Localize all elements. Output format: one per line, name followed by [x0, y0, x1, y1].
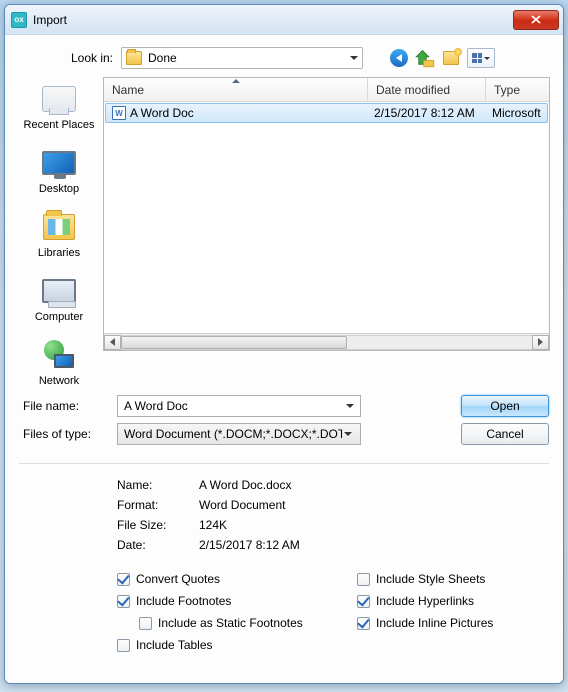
up-button[interactable] — [415, 48, 435, 68]
window-title: Import — [33, 13, 513, 27]
recent-places-icon — [42, 86, 76, 112]
libraries-icon — [43, 214, 75, 240]
new-folder-icon — [443, 51, 459, 65]
checkbox-unchecked-icon — [139, 617, 152, 630]
chevron-down-icon — [342, 427, 354, 441]
include-static-footnotes-checkbox[interactable]: Include as Static Footnotes — [139, 616, 357, 630]
column-name[interactable]: Name — [104, 78, 368, 101]
computer-icon — [42, 279, 76, 303]
place-network[interactable]: Network — [19, 339, 99, 387]
place-computer[interactable]: Computer — [19, 275, 99, 323]
place-libraries[interactable]: Libraries — [19, 211, 99, 259]
back-button[interactable] — [389, 48, 409, 68]
filetype-label: Files of type: — [19, 427, 117, 441]
divider — [19, 463, 549, 464]
import-dialog: ox Import Look in: Done — [4, 4, 564, 684]
column-date[interactable]: Date modified — [368, 78, 486, 101]
triangle-right-icon — [538, 338, 543, 346]
place-label: Computer — [35, 311, 83, 323]
file-metadata: Name: A Word Doc.docx Format: Word Docum… — [19, 478, 549, 552]
filename-value: A Word Doc — [124, 399, 188, 413]
place-label: Libraries — [38, 247, 80, 259]
filetype-combo[interactable]: Word Document (*.DOCM;*.DOCX;*.DOTM;*.D — [117, 423, 361, 445]
file-type: Microsoft — [486, 106, 547, 120]
filetype-value: Word Document (*.DOCM;*.DOCX;*.DOTM;*.D — [124, 427, 342, 441]
view-menu[interactable] — [467, 48, 495, 68]
horizontal-scrollbar[interactable] — [104, 333, 549, 350]
scroll-thumb[interactable] — [121, 336, 347, 349]
sort-asc-icon — [232, 79, 240, 83]
scroll-left-button[interactable] — [104, 335, 121, 350]
places-bar: Recent Places Desktop Libraries Computer… — [19, 77, 99, 387]
file-list: Name Date modified Type W A Word Doc 2/1… — [103, 77, 550, 351]
file-date: 2/15/2017 8:12 AM — [368, 106, 486, 120]
word-doc-icon: W — [112, 106, 126, 120]
scroll-track[interactable] — [121, 335, 532, 350]
cancel-button[interactable]: Cancel — [461, 423, 549, 445]
checkbox-unchecked-icon — [117, 639, 130, 652]
meta-size-label: File Size: — [117, 518, 199, 532]
desktop-icon — [42, 151, 76, 175]
back-icon — [390, 49, 408, 67]
file-row[interactable]: W A Word Doc 2/15/2017 8:12 AM Microsoft — [105, 103, 548, 123]
network-icon — [44, 340, 74, 370]
chevron-down-icon — [484, 57, 490, 60]
column-type[interactable]: Type — [486, 78, 549, 101]
meta-date-value: 2/15/2017 8:12 AM — [199, 538, 549, 552]
place-label: Network — [39, 375, 79, 387]
meta-name-value: A Word Doc.docx — [199, 478, 549, 492]
open-button[interactable]: Open — [461, 395, 549, 417]
checkbox-checked-icon — [117, 573, 130, 586]
include-inline-pictures-checkbox[interactable]: Include Inline Pictures — [357, 616, 493, 630]
meta-date-label: Date: — [117, 538, 199, 552]
import-options: Convert Quotes Include Footnotes Include… — [19, 572, 549, 652]
triangle-left-icon — [110, 338, 115, 346]
checkbox-checked-icon — [357, 617, 370, 630]
column-headers: Name Date modified Type — [104, 78, 549, 102]
checkbox-unchecked-icon — [357, 573, 370, 586]
app-icon: ox — [11, 12, 27, 28]
include-tables-checkbox[interactable]: Include Tables — [117, 638, 357, 652]
chevron-down-icon — [346, 404, 354, 408]
titlebar: ox Import — [5, 5, 563, 35]
lookin-combo[interactable]: Done — [121, 47, 363, 69]
place-desktop[interactable]: Desktop — [19, 147, 99, 195]
include-style-sheets-checkbox[interactable]: Include Style Sheets — [357, 572, 493, 586]
up-level-icon — [415, 48, 435, 68]
place-label: Desktop — [39, 183, 79, 195]
filename-input[interactable]: A Word Doc — [117, 395, 361, 417]
view-icon — [472, 53, 482, 63]
meta-size-value: 124K — [199, 518, 549, 532]
close-icon — [531, 15, 541, 24]
meta-format-value: Word Document — [199, 498, 549, 512]
place-recent[interactable]: Recent Places — [19, 83, 99, 131]
file-name: A Word Doc — [130, 106, 194, 120]
scroll-right-button[interactable] — [532, 335, 549, 350]
convert-quotes-checkbox[interactable]: Convert Quotes — [117, 572, 357, 586]
lookin-label: Look in: — [19, 51, 113, 65]
filename-label: File name: — [19, 399, 117, 413]
lookin-value: Done — [148, 51, 177, 65]
meta-name-label: Name: — [117, 478, 199, 492]
place-label: Recent Places — [24, 119, 95, 131]
include-hyperlinks-checkbox[interactable]: Include Hyperlinks — [357, 594, 493, 608]
chevron-down-icon — [350, 56, 358, 60]
checkbox-checked-icon — [357, 595, 370, 608]
folder-icon — [126, 51, 142, 65]
new-folder-button[interactable] — [441, 48, 461, 68]
meta-format-label: Format: — [117, 498, 199, 512]
checkbox-checked-icon — [117, 595, 130, 608]
include-footnotes-checkbox[interactable]: Include Footnotes — [117, 594, 357, 608]
close-button[interactable] — [513, 10, 559, 30]
